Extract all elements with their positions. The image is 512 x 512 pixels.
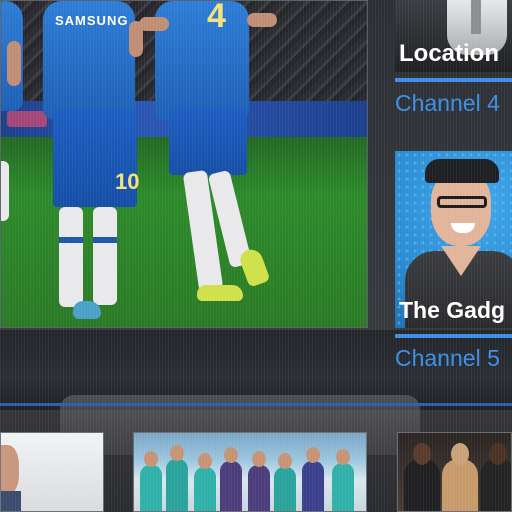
host-glasses [437, 196, 487, 208]
celebrity-panel-thumbnail[interactable] [397, 432, 512, 512]
promo-tile-location[interactable]: Location [395, 0, 512, 72]
presenter-tie [471, 0, 481, 34]
accent-bar [395, 78, 512, 82]
row-divider [0, 403, 512, 406]
main-video-tile[interactable]: SAMSUNG 10 4 [0, 0, 368, 328]
promo-title: The Gadg [399, 297, 506, 323]
promo-tile-gadget[interactable]: The Gadg [395, 151, 512, 328]
promo-title: Location [399, 40, 499, 67]
medical-staff-thumbnail[interactable] [133, 432, 367, 512]
channel-label[interactable]: Channel 5 [395, 345, 500, 372]
presenter-thumbnail[interactable] [0, 432, 104, 512]
board-logo [7, 111, 47, 127]
channel-label[interactable]: Channel 4 [395, 90, 500, 117]
shirt-sponsor: SAMSUNG [55, 13, 129, 28]
shirt-number: 4 [207, 0, 226, 35]
accent-bar [395, 334, 512, 338]
shorts-number: 10 [115, 169, 140, 194]
host-hat [425, 159, 499, 183]
